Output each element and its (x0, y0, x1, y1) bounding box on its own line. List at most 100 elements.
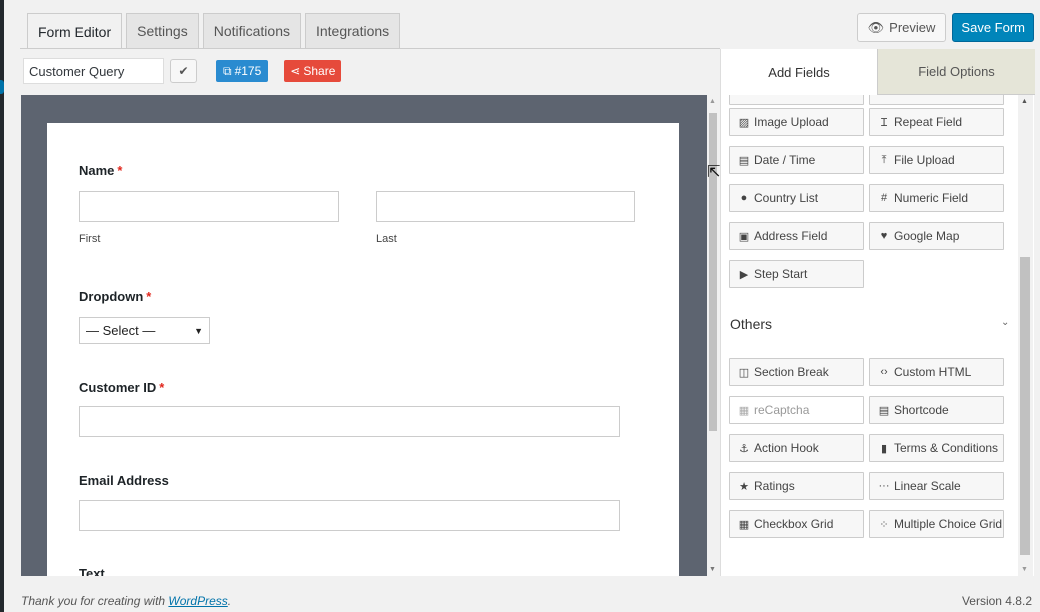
dropdown-value: — Select — (86, 323, 156, 338)
confirm-name-button[interactable]: ✔ (170, 59, 197, 83)
menu-indicator (0, 80, 4, 94)
preview-button[interactable]: 👁 Preview (856, 13, 947, 42)
qrcode-icon: ▦ (738, 404, 750, 417)
field-repeat-field[interactable]: Ɪ Repeat Field (869, 108, 1004, 136)
text-cursor-icon: Ɪ (880, 116, 888, 129)
editor-tabs: Form Editor Settings Notifications Integ… (27, 13, 401, 49)
field-date-time[interactable]: ▤ Date / Time (729, 146, 864, 174)
anchor-icon: ⚓ (739, 442, 749, 455)
others-section-title[interactable]: Others (730, 316, 772, 332)
field-file-upload[interactable]: ⤒ File Upload (869, 146, 1004, 174)
field-image-upload[interactable]: ▨ Image Upload (729, 108, 864, 136)
panel-scrollbar[interactable]: ▲ ▼ (1018, 95, 1033, 576)
footer-thanks: Thank you for creating with WordPress. (21, 594, 232, 608)
field-button-hidden[interactable] (729, 95, 864, 105)
caret-down-icon: ▼ (194, 325, 203, 336)
required-marker: * (159, 380, 165, 395)
preview-label: Preview (889, 20, 936, 35)
save-form-button[interactable]: Save Form (952, 13, 1034, 42)
first-sublabel: First (79, 233, 101, 245)
field-action-hook[interactable]: ⚓ Action Hook (729, 434, 864, 462)
tab-form-editor[interactable]: Form Editor (27, 13, 123, 49)
mouse-cursor-icon: ⇱ (707, 164, 721, 181)
scroll-down-icon[interactable]: ▼ (709, 566, 716, 573)
form-name-input[interactable] (23, 58, 164, 84)
globe-icon: ● (740, 192, 748, 204)
first-name-input[interactable] (79, 191, 339, 222)
tab-add-fields[interactable]: Add Fields (721, 49, 877, 95)
image-icon: ▨ (738, 116, 750, 129)
field-terms-conditions[interactable]: ▮ Terms & Conditions (869, 434, 1004, 462)
admin-sidebar-edge (0, 0, 4, 612)
field-button-hidden[interactable] (869, 95, 1004, 105)
panel-body: ▨ Image Upload Ɪ Repeat Field ▤ Date / Time… (721, 95, 1021, 576)
scroll-up-icon[interactable]: ▲ (1021, 98, 1028, 105)
star-icon: ★ (739, 480, 749, 493)
field-shortcode[interactable]: ▤ Shortcode (869, 396, 1004, 424)
dropdown-select[interactable]: — Select — ▼ (79, 317, 210, 344)
field-section-break[interactable]: ◫ Section Break (729, 358, 864, 386)
field-multiple-choice-grid[interactable]: ⁘ Multiple Choice Grid (869, 510, 1004, 538)
field-ratings[interactable]: ★ Ratings (729, 472, 864, 500)
tab-integrations[interactable]: Integrations (304, 13, 401, 48)
tab-field-options[interactable]: Field Options (877, 49, 1035, 95)
last-sublabel: Last (376, 233, 397, 245)
step-icon: ▶ (739, 268, 749, 281)
ellipsis-icon: ··· (878, 480, 890, 492)
tab-notifications[interactable]: Notifications (202, 13, 301, 48)
field-custom-html[interactable]: ‹› Custom HTML (869, 358, 1004, 386)
name-field-label[interactable]: Name * (79, 163, 122, 178)
grid-icon: ▦ (738, 518, 750, 531)
dots-grid-icon: ⁘ (879, 518, 889, 531)
field-address-field[interactable]: ▣ Address Field (729, 222, 864, 250)
file-icon: ▮ (880, 442, 888, 455)
text-field-label[interactable]: Text (79, 566, 105, 576)
panel-scroll-thumb[interactable] (1020, 257, 1030, 555)
field-recaptcha[interactable]: ▦ reCaptcha (729, 396, 864, 424)
share-button[interactable]: ⋖ Share (284, 60, 342, 82)
email-input[interactable] (79, 500, 620, 531)
fields-panel: Add Fields Field Options ▨ Image Upload Ɪ… (720, 49, 1035, 576)
calendar-icon: ▤ (738, 154, 750, 167)
panel-tabs: Add Fields Field Options (721, 49, 1035, 95)
upload-icon: ⤒ (881, 153, 887, 166)
editor-scroll-thumb[interactable] (709, 113, 717, 431)
copy-icon: ⧉ (223, 63, 232, 78)
eye-icon: 👁 (867, 19, 885, 35)
scroll-up-icon[interactable]: ▲ (709, 98, 716, 105)
hash-icon: # (880, 192, 888, 204)
field-checkbox-grid[interactable]: ▦ Checkbox Grid (729, 510, 864, 538)
tab-settings[interactable]: Settings (126, 13, 199, 48)
share-icon: ⋖ (290, 64, 301, 78)
form-preview: Name * First Last Dropdown * — Select — ▼ … (47, 123, 679, 576)
field-linear-scale[interactable]: ··· Linear Scale (869, 472, 1004, 500)
tabs-divider (20, 48, 720, 49)
field-numeric-field[interactable]: # Numeric Field (869, 184, 1004, 212)
email-field-label[interactable]: Email Address (79, 473, 169, 488)
customer-id-input[interactable] (79, 406, 620, 437)
form-name-row: ✔ ⧉ #175 ⋖ Share (23, 58, 342, 84)
dropdown-field-label[interactable]: Dropdown * (79, 289, 151, 304)
header-actions: 👁 Preview Save Form (856, 13, 1034, 42)
last-name-input[interactable] (376, 191, 635, 222)
wordpress-link[interactable]: WordPress (168, 594, 227, 608)
share-label: Share (303, 64, 336, 78)
field-google-map[interactable]: ♥ Google Map (869, 222, 1004, 250)
field-country-list[interactable]: ● Country List (729, 184, 864, 212)
scroll-down-icon[interactable]: ▼ (1021, 566, 1028, 573)
map-pin-icon: ♥ (880, 230, 888, 242)
chevron-down-icon[interactable]: ⌄ (1001, 317, 1009, 328)
check-icon: ✔ (178, 64, 189, 78)
calendar-icon: ▤ (878, 404, 890, 417)
form-id-badge[interactable]: ⧉ #175 (216, 60, 269, 82)
columns-icon: ◫ (738, 366, 750, 379)
field-step-start[interactable]: ▶ Step Start (729, 260, 864, 288)
code-icon: ‹› (880, 366, 888, 378)
footer-version: Version 4.8.2 (961, 594, 1032, 608)
customer-id-field-label[interactable]: Customer ID * (79, 380, 164, 395)
required-marker: * (146, 289, 152, 304)
address-card-icon: ▣ (738, 230, 750, 243)
required-marker: * (117, 163, 123, 178)
form-id-text: #175 (234, 64, 262, 78)
form-editor-canvas: Name * First Last Dropdown * — Select — ▼ … (21, 95, 707, 576)
